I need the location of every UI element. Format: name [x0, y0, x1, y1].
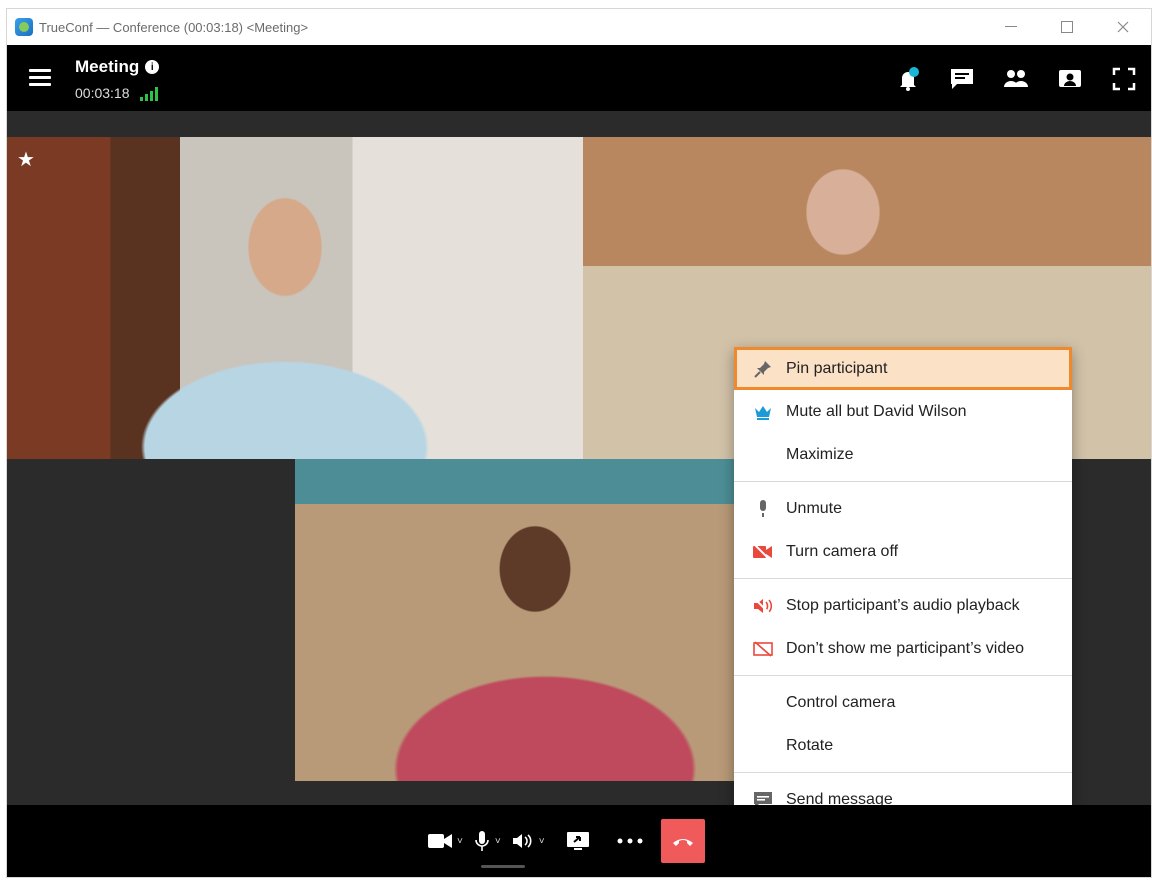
menu-item-maximize[interactable]: Maximize — [734, 433, 1072, 476]
menu-divider — [734, 578, 1072, 579]
menu-item-label: Unmute — [786, 499, 843, 517]
menu-button[interactable] — [29, 69, 51, 87]
participants-icon — [1004, 70, 1028, 87]
chat-icon — [951, 69, 973, 89]
conference-controls-bar: ˅ ˅ ˅ — [7, 805, 1151, 877]
microphone-icon — [752, 499, 774, 519]
info-icon[interactable]: i — [145, 60, 160, 74]
top-toolbar — [891, 65, 1141, 93]
menu-item-mute-all-but[interactable]: Mute all but David Wilson — [734, 390, 1072, 433]
hang-up-icon — [672, 839, 693, 846]
microphone-button[interactable]: ˅ — [473, 820, 501, 862]
trueconf-logo-icon — [15, 18, 33, 36]
menu-item-label: Rotate — [786, 736, 834, 754]
chevron-down-icon[interactable]: ˅ — [539, 836, 545, 847]
bell-icon — [900, 67, 919, 91]
share-screen-button[interactable] — [565, 820, 591, 862]
menu-item-stop-audio-playback[interactable]: Stop participant’s audio playback — [734, 584, 1072, 627]
more-options-button[interactable] — [615, 820, 645, 862]
conference-top-bar: Meeting i 00:03:18 — [7, 45, 1151, 111]
video-stage: ★ Pin participant Mute all but David Wil… — [7, 111, 1151, 821]
speaker-off-icon — [752, 596, 774, 616]
signal-strength-icon — [139, 87, 158, 101]
notifications-button[interactable] — [891, 65, 925, 93]
star-icon: ★ — [17, 149, 35, 171]
menu-item-label: Stop participant’s audio playback — [786, 596, 1020, 614]
menu-divider — [734, 481, 1072, 482]
more-icon — [617, 838, 643, 844]
maximize-icon — [1061, 21, 1073, 33]
pin-icon — [752, 359, 774, 379]
elapsed-time: 00:03:18 — [75, 85, 130, 101]
camera-off-icon — [752, 542, 774, 562]
maximize-button[interactable] — [1039, 9, 1095, 45]
fullscreen-button[interactable] — [1107, 65, 1141, 93]
camera-icon — [428, 834, 452, 848]
call-controls: ˅ ˅ ˅ — [427, 819, 705, 863]
menu-item-unmute[interactable]: Unmute — [734, 487, 1072, 530]
close-icon — [1117, 21, 1129, 33]
participants-button[interactable] — [999, 65, 1033, 93]
crown-icon — [752, 402, 774, 422]
meeting-timer: 00:03:18 — [75, 85, 158, 101]
title-bar: TrueConf — Conference (00:03:18) <Meetin… — [7, 9, 1151, 45]
menu-divider — [734, 772, 1072, 773]
menu-item-turn-camera-off[interactable]: Turn camera off — [734, 530, 1072, 573]
window-title: TrueConf — Conference (00:03:18) <Meetin… — [39, 19, 309, 35]
chevron-down-icon[interactable]: ˅ — [457, 836, 463, 847]
video-hidden-icon — [752, 639, 774, 659]
close-button[interactable] — [1095, 9, 1151, 45]
content-sharing-button[interactable] — [1053, 65, 1087, 93]
microphone-icon — [475, 831, 489, 851]
app-window: TrueConf — Conference (00:03:18) <Meetin… — [6, 8, 1152, 878]
participant-video-tile[interactable]: ★ — [7, 137, 583, 459]
participant-context-menu: Pin participant Mute all but David Wilso… — [734, 347, 1072, 821]
menu-item-control-camera[interactable]: Control camera — [734, 681, 1072, 724]
minimize-icon — [1005, 26, 1017, 27]
menu-item-hide-participant-video[interactable]: Don’t show me participant’s video — [734, 627, 1072, 670]
window-controls — [983, 9, 1151, 45]
menu-item-label: Pin participant — [786, 359, 888, 377]
menu-divider — [734, 675, 1072, 676]
menu-item-pin-participant[interactable]: Pin participant — [734, 347, 1072, 390]
screen-share-user-icon — [1059, 70, 1081, 87]
menu-item-label: Maximize — [786, 445, 854, 463]
screen-share-icon — [566, 832, 589, 850]
minimize-button[interactable] — [983, 9, 1039, 45]
meeting-name: Meeting — [75, 57, 140, 76]
menu-item-label: Control camera — [786, 693, 896, 711]
menu-item-label: Turn camera off — [786, 542, 899, 560]
camera-button[interactable]: ˅ — [427, 820, 463, 862]
fullscreen-icon — [1112, 67, 1136, 91]
menu-item-label: Mute all but David Wilson — [786, 402, 967, 420]
speaker-icon — [512, 834, 532, 848]
menu-item-label: Don’t show me participant’s video — [786, 639, 1025, 657]
hang-up-button[interactable] — [660, 819, 705, 863]
chevron-down-icon[interactable]: ˅ — [495, 836, 501, 847]
meeting-title: Meeting i — [75, 57, 160, 77]
menu-item-rotate[interactable]: Rotate — [734, 724, 1072, 767]
chat-button[interactable] — [945, 65, 979, 93]
speaker-button[interactable]: ˅ — [511, 820, 545, 862]
microphone-level-indicator — [481, 865, 525, 868]
